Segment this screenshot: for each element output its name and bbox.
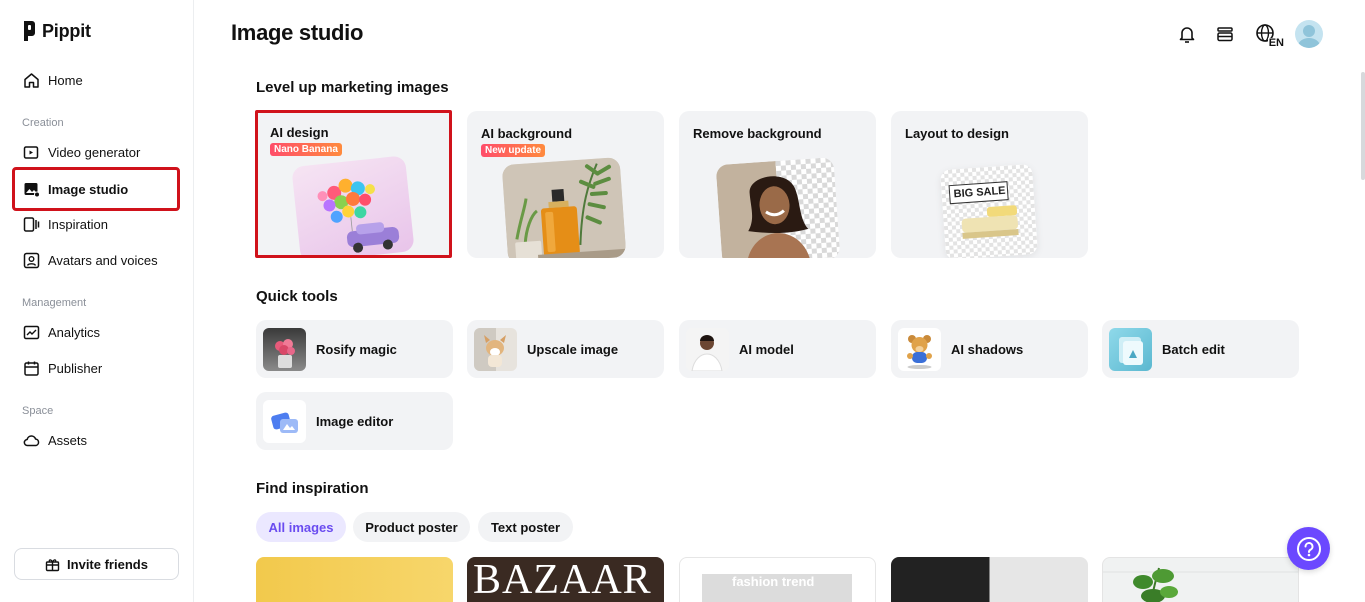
feature-card-title: Remove background [693,126,822,141]
sidebar-item-assets[interactable]: Assets [12,422,180,458]
app-root: Pippit Home Creation Video generator Ima… [0,0,1365,602]
feature-card-ai-design[interactable]: AI design Nano Banana [255,110,452,258]
sidebar-item-avatars-voices[interactable]: Avatars and voices [12,242,180,278]
notification-bell-icon[interactable] [1175,22,1199,46]
quick-tool-label: Upscale image [527,341,619,357]
gift-icon [45,558,60,571]
language-globe-icon[interactable]: EN [1251,22,1285,49]
feature-badge: New update [481,144,546,157]
logo[interactable]: Pippit [22,20,91,42]
inspiration-card[interactable]: BAZAAR [467,557,664,602]
sidebar-item-home[interactable]: Home [12,62,180,98]
quick-tool-label: Image editor [316,413,394,429]
page-title: Image studio [231,20,364,45]
filter-chip-product-poster[interactable]: Product poster [353,512,470,542]
sidebar-item-label: Analytics [48,324,101,340]
help-icon [1296,536,1321,561]
inspiration-card[interactable] [891,557,1088,602]
help-button[interactable] [1287,527,1330,570]
ai-design-preview-image [291,155,415,255]
sidebar-item-video-generator[interactable]: Video generator [12,134,180,170]
language-code: EN [1267,37,1285,49]
quick-tool-image-editor[interactable]: Image editor [256,392,453,450]
feature-card-remove-background[interactable]: Remove background [679,111,876,258]
sidebar-item-label: Image studio [48,181,129,197]
quick-tool-ai-shadows[interactable]: AI shadows [891,320,1088,378]
quick-tool-upscale-image[interactable]: Upscale image [467,320,664,378]
video-icon [22,143,40,161]
section-label-management: Management [22,297,87,309]
quick-tool-batch-edit[interactable]: Batch edit [1102,320,1299,378]
quick-tool-label: Batch edit [1162,341,1225,357]
sidebar-item-label: Home [48,72,83,88]
feature-badge: Nano Banana [270,143,342,156]
subscription-icon[interactable] [1213,22,1237,46]
invite-friends-button[interactable]: Invite friends [14,548,179,580]
user-avatar[interactable] [1295,20,1323,48]
filter-chip-all-images[interactable]: All images [256,512,346,542]
quick-tool-label: Rosify magic [316,341,397,357]
avatar-icon [22,251,40,269]
section-title-marketing: Level up marketing images [256,79,449,96]
feature-card-title: AI background [481,126,573,141]
sidebar-item-publisher[interactable]: Publisher [12,350,180,386]
sidebar: Pippit Home Creation Video generator Ima… [0,0,194,602]
sidebar-item-label: Assets [48,432,88,448]
image-editor-thumbnail [263,399,306,443]
inspiration-card[interactable]: fashion trend [679,557,876,602]
inspiration-card-text: fashion trend [732,574,815,589]
feature-card-title: Layout to design [905,126,1009,141]
plant-illustration [1103,567,1298,602]
rosify-thumbnail [263,327,306,371]
inspiration-card[interactable] [256,557,453,602]
feature-card-ai-background[interactable]: AI background New update [467,111,664,258]
section-title-find-inspiration: Find inspiration [256,480,369,497]
pippit-logo-icon [24,21,35,41]
calendar-icon [22,359,40,377]
batch-edit-thumbnail [1109,327,1152,371]
home-icon [22,71,40,89]
analytics-icon [22,323,40,341]
sidebar-item-analytics[interactable]: Analytics [12,314,180,350]
section-title-quick-tools: Quick tools [256,288,338,305]
app-name: Pippit [42,20,91,41]
inspiration-card[interactable] [1102,557,1299,602]
section-label-space: Space [22,405,54,417]
invite-friends-label: Invite friends [67,556,148,572]
cloud-icon [22,431,40,449]
remove-background-preview-image [715,157,841,258]
sidebar-item-image-studio[interactable]: Image studio [12,167,180,211]
feature-card-layout-to-design[interactable]: Layout to design BIG SALE [891,111,1088,258]
quick-tool-label: AI model [739,341,794,357]
sidebar-item-label: Video generator [48,144,141,160]
header-actions: EN [1175,20,1323,49]
section-label-creation: Creation [22,117,64,129]
sidebar-item-label: Publisher [48,360,103,376]
quick-tool-label: AI shadows [951,341,1024,357]
ai-model-thumbnail [686,327,729,371]
sidebar-item-inspiration[interactable]: Inspiration [12,206,180,242]
scrollbar[interactable] [1361,72,1365,180]
ai-background-preview-image [501,157,627,258]
filter-chip-text-poster[interactable]: Text poster [478,512,573,542]
sidebar-item-label: Inspiration [48,216,108,232]
inspiration-card-text: BAZAAR [473,557,652,602]
quick-tool-rosify-magic[interactable]: Rosify magic [256,320,453,378]
upscale-thumbnail [474,327,517,371]
feature-card-title: AI design [270,125,329,140]
quick-tool-ai-model[interactable]: AI model [679,320,876,378]
image-studio-icon [22,180,40,198]
ai-shadows-thumbnail [898,327,941,371]
inspiration-icon [22,215,40,233]
layout-to-design-preview-image: BIG SALE [939,163,1039,258]
sidebar-item-label: Avatars and voices [48,252,158,268]
